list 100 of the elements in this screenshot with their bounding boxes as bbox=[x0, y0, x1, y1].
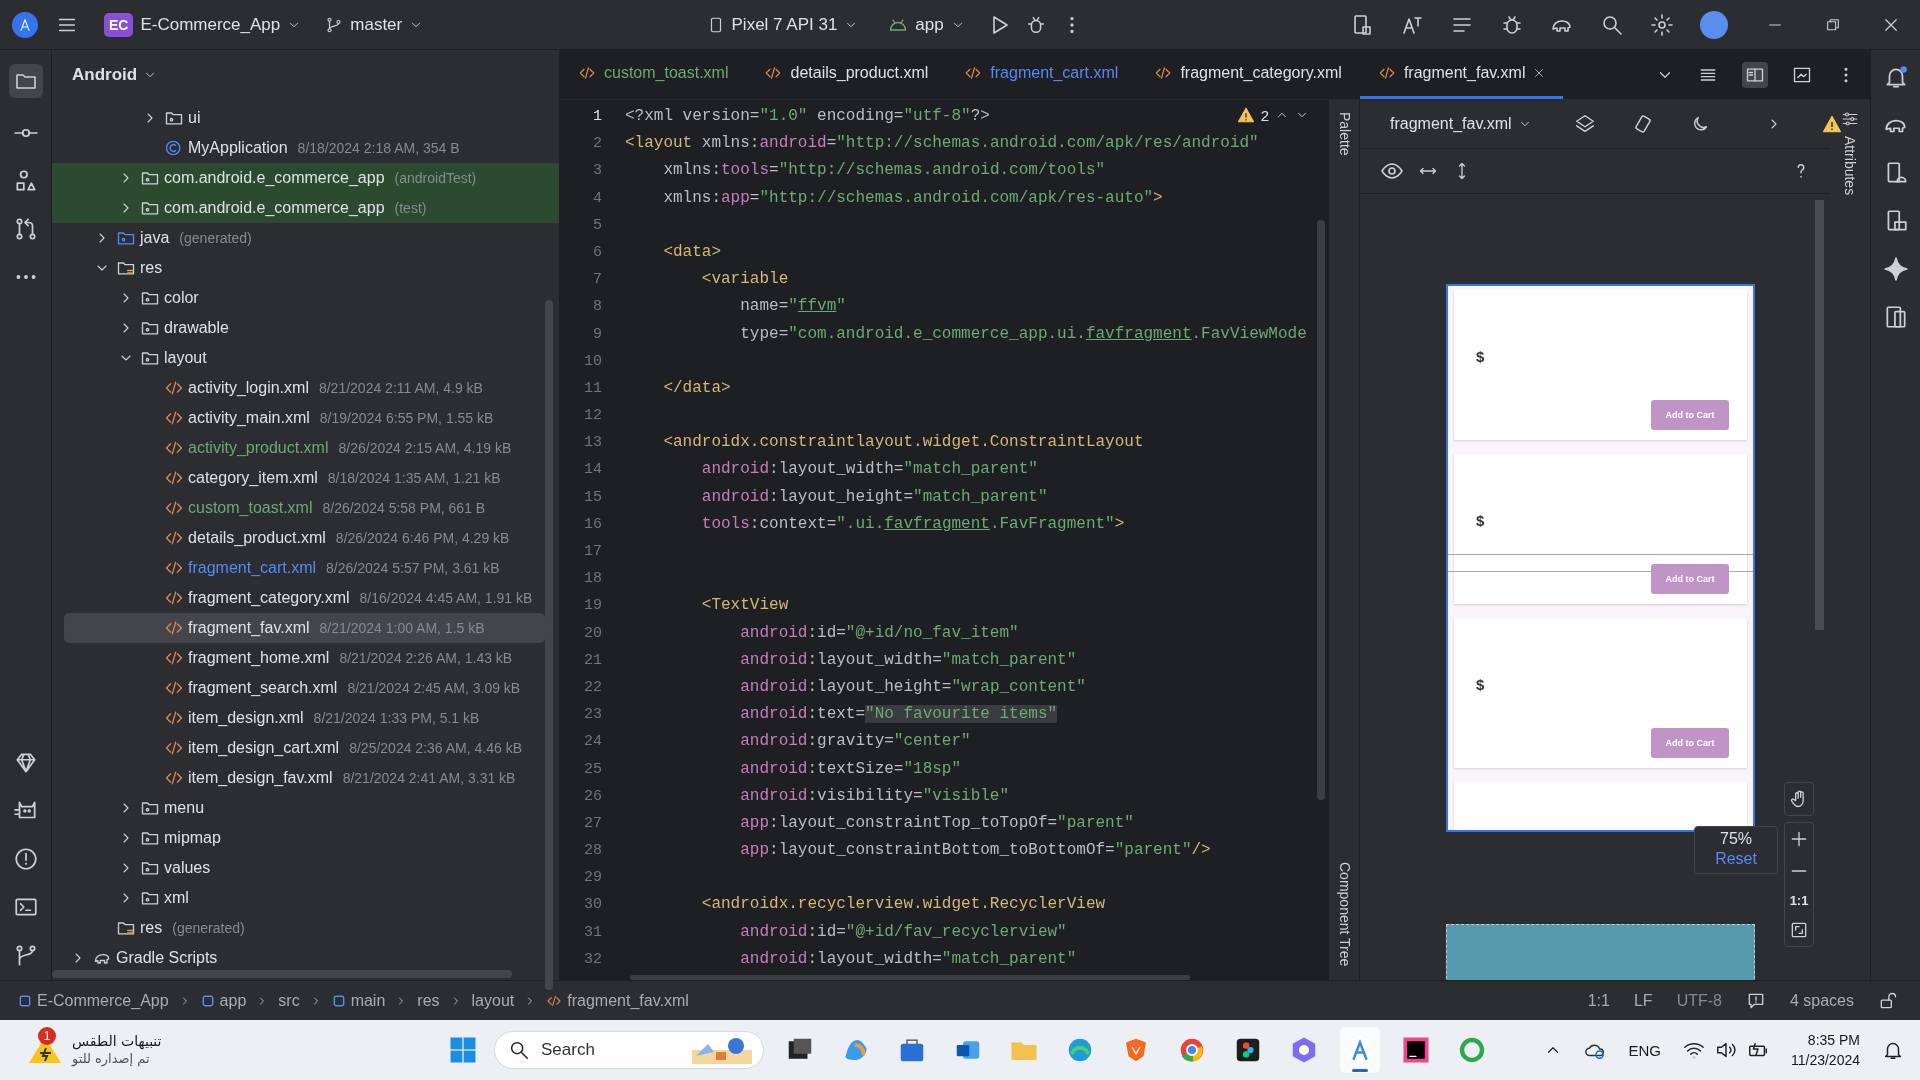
language-indicator[interactable]: ENG bbox=[1628, 1041, 1661, 1059]
tree-item-note: (generated) bbox=[179, 230, 252, 246]
zoom-level: 75% bbox=[1719, 830, 1754, 848]
palette-tool-tab[interactable]: Palette bbox=[1336, 112, 1353, 156]
close-icon bbox=[1533, 67, 1546, 79]
tree-row[interactable]: fragment_home.xml 8/21/2024 2:26 AM, 1.43 kB bbox=[52, 643, 559, 673]
scrollbar[interactable] bbox=[545, 300, 553, 990]
branch-selector[interactable]: master bbox=[317, 8, 432, 41]
actual-size-button[interactable]: 1:1 bbox=[1789, 893, 1809, 908]
tree-row[interactable]: res (generated) bbox=[52, 913, 559, 943]
lock-icon[interactable] bbox=[1878, 990, 1898, 1011]
breadcrumb[interactable]: app bbox=[200, 991, 247, 1010]
tree-row[interactable]: color bbox=[52, 283, 559, 313]
app-logo-icon[interactable] bbox=[12, 11, 38, 38]
split-view-button[interactable] bbox=[1742, 61, 1768, 88]
warning-indicator[interactable]: 2 bbox=[1236, 106, 1310, 124]
tree-row[interactable]: ui bbox=[52, 103, 559, 133]
tree-item-label: item_design_fav.xml bbox=[188, 769, 333, 787]
cursor-position[interactable]: 1:1 bbox=[1587, 991, 1610, 1010]
ij-icon bbox=[1401, 1035, 1431, 1065]
tree-item-label: ui bbox=[188, 109, 201, 127]
tree-row[interactable]: activity_login.xml 8/21/2024 2:11 AM, 4.9 kB bbox=[52, 373, 559, 403]
tree-row[interactable]: custom_toast.xml 8/26/2024 5:58 PM, 661 B bbox=[52, 493, 559, 523]
tree-row[interactable]: fragment_search.xml 8/21/2024 2:45 AM, 3.09 kB bbox=[52, 673, 559, 703]
line-number: 28 bbox=[583, 841, 603, 862]
layout-file-selector[interactable]: fragment_fav.xml bbox=[1384, 114, 1538, 134]
tree-item-label: Gradle Scripts bbox=[116, 949, 218, 967]
tree-row[interactable]: MyApplication 8/18/2024 2:18 AM, 354 B bbox=[52, 133, 559, 163]
device-selector[interactable]: Pixel 7 API 31 bbox=[698, 8, 867, 41]
tree-row[interactable]: layout bbox=[52, 343, 559, 373]
tree-row[interactable]: item_design_cart.xml 8/25/2024 2:36 AM, 4.46 kB bbox=[52, 733, 559, 763]
code-line: <data> bbox=[662, 242, 721, 261]
tree-row[interactable]: Gradle Scripts bbox=[52, 943, 559, 973]
editor-tab[interactable]: fragment_category.xml bbox=[1136, 50, 1360, 99]
editor-tab[interactable]: custom_toast.xml bbox=[560, 50, 747, 99]
restore-icon[interactable] bbox=[1825, 16, 1841, 33]
sparkle-icon[interactable] bbox=[1882, 256, 1909, 282]
tree-row[interactable]: item_design_fav.xml 8/21/2024 2:41 AM, 3.31 kB bbox=[52, 763, 559, 793]
editor-tab[interactable]: fragment_cart.xml bbox=[946, 50, 1137, 99]
attributes-tool-tab[interactable]: Attributes bbox=[1842, 136, 1858, 196]
sliders-icon[interactable] bbox=[1841, 110, 1859, 128]
code-line: android:id="@+id/fav_recyclerview" bbox=[739, 922, 1067, 941]
tree-row[interactable]: drawable bbox=[52, 313, 559, 343]
line-number: 19 bbox=[583, 596, 603, 617]
layers-icon[interactable] bbox=[1573, 113, 1596, 135]
breadcrumb[interactable]: E-Commerce_App bbox=[18, 991, 169, 1010]
settings-icon[interactable] bbox=[1650, 12, 1674, 37]
editor-tab[interactable]: details_product.xml bbox=[746, 50, 947, 99]
line-number: 9 bbox=[592, 324, 603, 345]
line-number: 20 bbox=[583, 623, 603, 644]
tree-row[interactable]: res bbox=[52, 253, 559, 283]
breadcrumb[interactable]: layout bbox=[471, 991, 515, 1010]
tree-row[interactable]: fragment_cart.xml 8/26/2024 5:57 PM, 3.61 kB bbox=[52, 553, 559, 583]
file-encoding[interactable]: UTF-8 bbox=[1676, 991, 1722, 1010]
tree-row[interactable]: mipmap bbox=[52, 823, 559, 853]
tree-item-note: 8/21/2024 1:33 PM, 5.1 kB bbox=[313, 710, 480, 726]
reset-link[interactable]: Reset bbox=[1715, 848, 1757, 870]
tree-row[interactable]: details_product.xml 8/26/2024 6:46 PM, 4.29 kB bbox=[52, 523, 559, 553]
tree-row[interactable]: category_item.xml 8/18/2024 1:35 AM, 1.21 kB bbox=[52, 463, 559, 493]
indent-setting[interactable]: 4 spaces bbox=[1789, 991, 1854, 1010]
project-selector[interactable]: EC E-Commerce_App bbox=[96, 6, 310, 43]
highlighted-tree-row[interactable]: com.android.e_commerce_app (androidTest) bbox=[52, 163, 559, 193]
start-icon[interactable] bbox=[448, 1035, 478, 1065]
scrollbar[interactable] bbox=[630, 975, 1190, 980]
tree-row[interactable]: xml bbox=[52, 883, 559, 913]
breadcrumb[interactable]: main bbox=[331, 991, 386, 1010]
clock-time[interactable]: 8:35 PM bbox=[1790, 1030, 1860, 1050]
scrollbar[interactable] bbox=[1317, 220, 1326, 800]
tree-row[interactable]: item_design.xml 8/21/2024 1:33 PM, 5.1 kB bbox=[52, 703, 559, 733]
tree-row[interactable]: activity_product.xml 8/26/2024 2:15 AM, 4.19 kB bbox=[52, 433, 559, 463]
avatar[interactable] bbox=[1700, 10, 1728, 39]
tree-row[interactable]: values bbox=[52, 853, 559, 883]
code-line: android:gravity="center" bbox=[739, 732, 971, 751]
weather-title: تنبيهات الطقس bbox=[72, 1032, 162, 1050]
selected-tree-row[interactable]: fragment_fav.xml 8/21/2024 1:00 AM, 1.5 kB bbox=[64, 613, 545, 643]
component-tree-tool-tab[interactable]: Component Tree bbox=[1336, 861, 1353, 966]
breadcrumb[interactable]: fragment_fav.xml bbox=[546, 991, 689, 1010]
line-number: 29 bbox=[583, 868, 603, 889]
highlighted-tree-row[interactable]: com.android.e_commerce_app (test) bbox=[52, 193, 559, 223]
clock-date[interactable]: 11/23/2024 bbox=[1790, 1050, 1860, 1070]
tree-row[interactable]: fragment_category.xml 8/16/2024 4:45 AM, 1.91 kB bbox=[52, 583, 559, 613]
breadcrumb[interactable]: res bbox=[417, 991, 440, 1010]
warning-icon bbox=[1236, 106, 1255, 124]
project-view-selector[interactable]: Android bbox=[66, 64, 164, 86]
scrollbar[interactable] bbox=[52, 970, 512, 978]
tree-row[interactable]: java (generated) bbox=[52, 223, 559, 253]
run-config-selector[interactable]: app bbox=[880, 8, 973, 41]
warning-icon[interactable] bbox=[1821, 114, 1842, 134]
tree-item-note: 8/16/2024 4:45 AM, 1.91 kB bbox=[359, 590, 533, 606]
problems-icon[interactable] bbox=[12, 846, 39, 872]
tree-item-label: custom_toast.xml bbox=[188, 499, 313, 517]
breadcrumb[interactable]: src bbox=[278, 991, 300, 1010]
scrollbar[interactable] bbox=[1815, 200, 1825, 630]
line-number: 18 bbox=[583, 569, 603, 590]
project-tool-button[interactable] bbox=[8, 64, 43, 98]
tree-row[interactable]: activity_main.xml 8/19/2024 6:55 PM, 1.55 kB bbox=[52, 403, 559, 433]
line-number: 23 bbox=[583, 705, 603, 726]
tree-row[interactable]: menu bbox=[52, 793, 559, 823]
code-file-icon bbox=[964, 64, 983, 82]
line-separator[interactable]: LF bbox=[1633, 991, 1653, 1010]
